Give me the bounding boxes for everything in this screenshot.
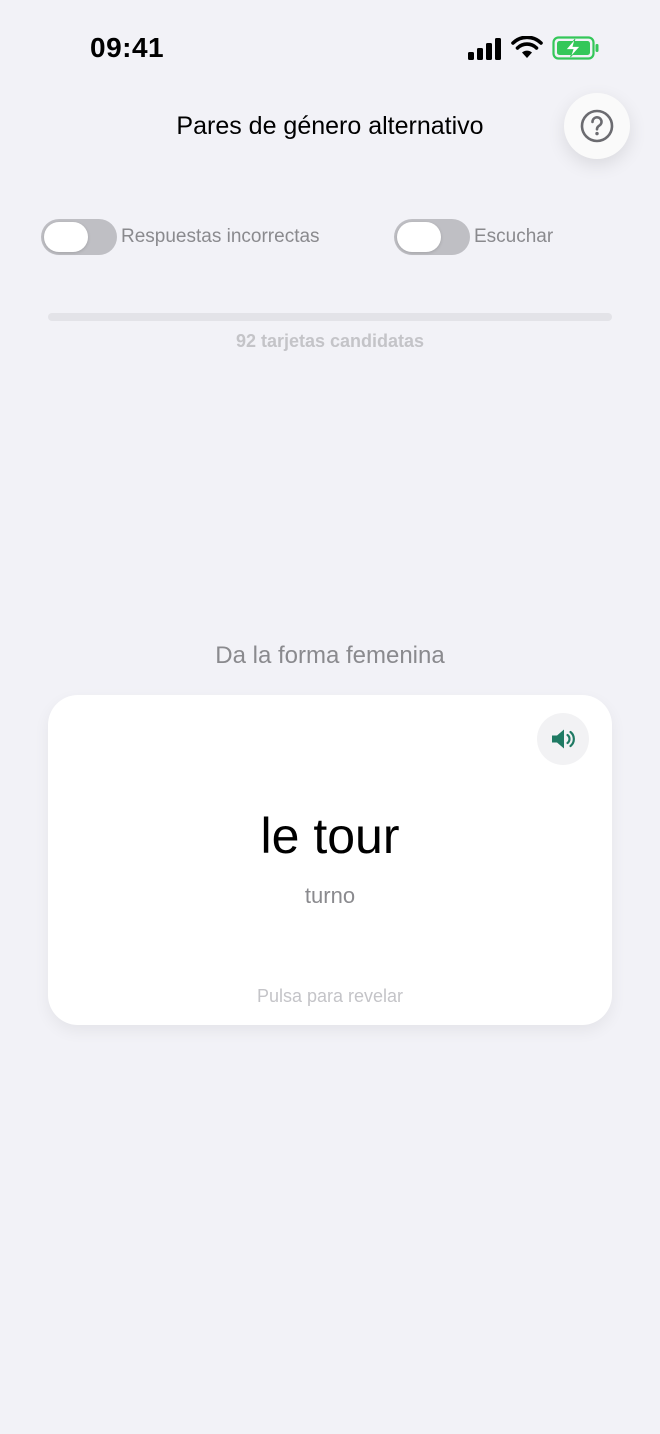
incorrect-answers-toggle[interactable] [41, 219, 117, 255]
toggle-knob [397, 222, 441, 252]
status-time: 09:41 [90, 32, 165, 63]
wifi-icon [511, 36, 543, 58]
card-word: le tour [260, 808, 400, 864]
card-prompt: Da la forma femenina [215, 642, 445, 669]
candidates-count: 92 tarjetas candidatas [235, 331, 425, 351]
status-bar: 09:41 [0, 0, 660, 96]
help-button[interactable] [564, 93, 630, 159]
toggle-knob [44, 222, 88, 252]
toggle-row-listen: Escuchar [394, 219, 553, 255]
battery-charging-icon [552, 36, 599, 60]
speaker-icon [552, 729, 575, 749]
listen-toggle[interactable] [394, 219, 470, 255]
card-translation: turno [304, 883, 356, 908]
speaker-button[interactable] [537, 713, 589, 765]
reveal-hint: Pulsa para revelar [256, 986, 404, 1006]
listen-label: Escuchar [474, 226, 554, 247]
cellular-signal-icon [468, 38, 501, 60]
progress-bar [48, 313, 612, 321]
screen: 09:41 Pares de género alternativo Respue… [0, 0, 660, 1434]
incorrect-answers-label: Respuestas incorrectas [121, 226, 320, 247]
question-mark-icon [580, 109, 614, 143]
flashcard[interactable]: le tour turno Pulsa para revelar [48, 695, 612, 1025]
page-title: Pares de género alternativo [176, 112, 484, 140]
toggle-row-incorrect: Respuestas incorrectas [41, 219, 320, 255]
